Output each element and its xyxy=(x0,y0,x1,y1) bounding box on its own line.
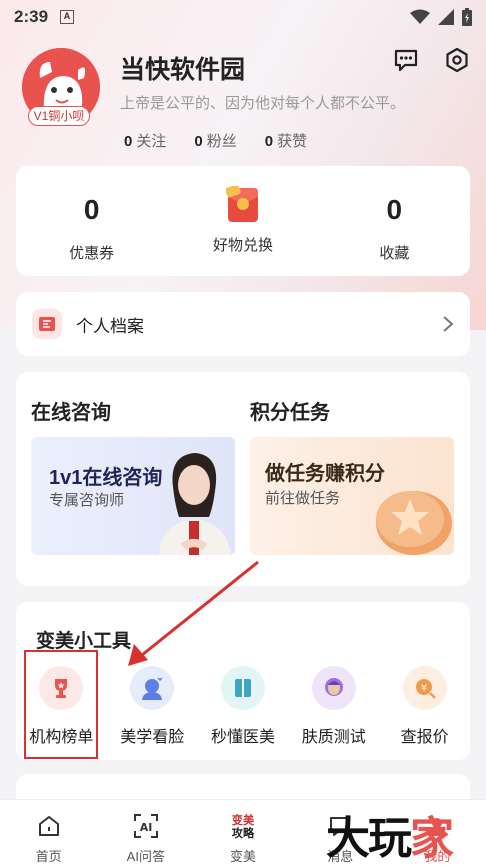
svg-text:攻略: 攻略 xyxy=(232,826,255,840)
svg-text:¥: ¥ xyxy=(420,683,426,694)
following-stat[interactable]: 0 关注 xyxy=(124,130,166,151)
coupons-entry[interactable]: 0 优惠券 xyxy=(16,166,167,276)
exchange-entry[interactable]: 好物兑换 xyxy=(167,166,318,276)
status-bar: 2:39 A xyxy=(0,0,486,34)
face-scan-icon xyxy=(130,666,175,710)
skin-test-icon xyxy=(311,666,356,710)
tab-ai-qa[interactable]: AI AI问答 xyxy=(97,800,194,865)
signal-icon xyxy=(438,9,454,25)
tab-label: 首页 xyxy=(35,849,62,864)
chat-icon[interactable] xyxy=(392,46,420,74)
favorites-count: 0 xyxy=(386,194,403,225)
summary-card: 0 优惠券 好物兑换 0 收藏 xyxy=(16,166,470,276)
book-icon xyxy=(220,666,265,710)
tool-label: 美学看脸 xyxy=(120,729,185,746)
svg-text:变美: 变美 xyxy=(232,813,255,827)
chevron-right-icon xyxy=(443,316,454,332)
tool-label: 肤质测试 xyxy=(301,729,366,746)
tab-beauty[interactable]: 变美 攻略 变美 xyxy=(194,800,291,865)
ai-icon: AI xyxy=(132,812,160,840)
exchange-label: 好物兑换 xyxy=(212,237,273,254)
tools-title: 变美小工具 xyxy=(36,631,132,652)
status-indicators xyxy=(410,8,472,26)
user-motto: 上帝是公平的、因为他对每个人都不公平。 xyxy=(120,95,406,112)
level-badge: V1铜小呗 xyxy=(28,106,90,126)
points-task-banner[interactable]: 做任务赚积分 前往做任务 xyxy=(250,437,454,555)
consultant-portrait-icon xyxy=(159,453,231,555)
watermark: 大玩家 xyxy=(326,813,454,864)
highlight-box xyxy=(24,650,98,759)
username: 当快软件园 xyxy=(120,56,246,84)
points-task-title: 积分任务 xyxy=(250,402,330,424)
tab-label: AI问答 xyxy=(126,849,165,864)
tab-label: 变美 xyxy=(230,849,257,864)
points-banner-subtitle: 前往做任务 xyxy=(265,490,341,507)
archive-label: 个人档案 xyxy=(76,316,144,336)
followers-stat[interactable]: 0 粉丝 xyxy=(194,130,236,151)
social-stats: 0 关注 0 粉丝 0 获赞 xyxy=(124,130,307,151)
settings-icon[interactable] xyxy=(443,46,471,74)
battery-icon xyxy=(462,8,472,26)
price-search-icon: ¥ xyxy=(402,666,447,710)
status-time: 2:39 xyxy=(14,7,49,26)
likes-stat[interactable]: 0 获赞 xyxy=(265,130,307,151)
tool-price-check[interactable]: ¥ 查报价 xyxy=(379,666,470,747)
beauty-guide-icon: 变美 攻略 xyxy=(229,812,257,840)
tool-label: 秒懂医美 xyxy=(210,729,275,746)
online-consult-banner[interactable]: 1v1在线咨询 专属咨询师 xyxy=(31,437,235,555)
star-coin-icon xyxy=(376,491,452,555)
red-envelope-icon xyxy=(225,186,258,222)
favorites-entry[interactable]: 0 收藏 xyxy=(319,166,470,276)
coupons-count: 0 xyxy=(83,194,100,225)
online-consult-title: 在线咨询 xyxy=(31,402,111,424)
tab-home[interactable]: 首页 xyxy=(0,800,97,865)
home-icon xyxy=(35,812,63,840)
tool-label: 查报价 xyxy=(400,729,449,746)
consult-banner-title: 1v1在线咨询 xyxy=(49,467,163,489)
notification-icon: A xyxy=(60,10,75,24)
tool-medical-beauty-guide[interactable]: 秒懂医美 xyxy=(198,666,289,747)
favorites-label: 收藏 xyxy=(379,245,410,262)
svg-text:AI: AI xyxy=(139,821,152,834)
points-banner-title: 做任务赚积分 xyxy=(265,463,385,485)
wifi-icon xyxy=(410,9,430,24)
archive-row[interactable]: 个人档案 xyxy=(16,292,470,356)
archive-icon xyxy=(32,309,62,339)
tool-face-aesthetics[interactable]: 美学看脸 xyxy=(107,666,198,747)
tool-skin-test[interactable]: 肤质测试 xyxy=(288,666,379,747)
services-card: 在线咨询 积分任务 1v1在线咨询 专属咨询师 做任务赚积分 前往做任务 xyxy=(16,372,470,586)
coupons-label: 优惠券 xyxy=(69,245,115,262)
consult-banner-subtitle: 专属咨询师 xyxy=(49,492,125,509)
